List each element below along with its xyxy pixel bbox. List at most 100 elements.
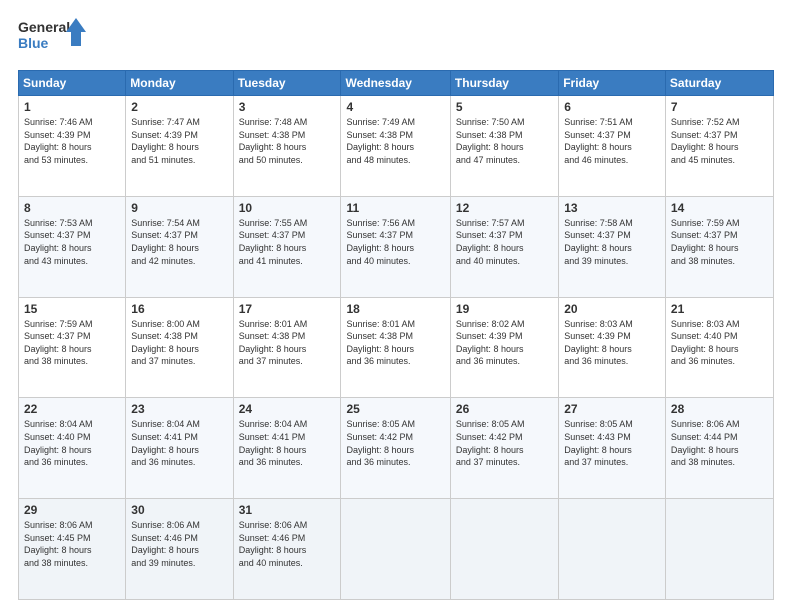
day-number: 22 <box>24 402 120 416</box>
cell-info: Sunrise: 7:56 AM Sunset: 4:37 PM Dayligh… <box>346 217 444 267</box>
calendar-cell: 22Sunrise: 8:04 AM Sunset: 4:40 PM Dayli… <box>19 398 126 499</box>
cell-info: Sunrise: 7:53 AM Sunset: 4:37 PM Dayligh… <box>24 217 120 267</box>
calendar-cell: 24 Sunrise: 8:04 AM Sunset: 4:41 PM Dayli… <box>233 398 341 499</box>
day-number: 15 <box>24 302 120 316</box>
calendar-cell: 20 Sunrise: 8:03 AM Sunset: 4:39 PM Dayli… <box>559 297 666 398</box>
day-of-week-header: Sunday <box>19 71 126 96</box>
svg-text:Blue: Blue <box>18 35 49 51</box>
day-number: 6 <box>564 100 660 114</box>
calendar-cell: 17 Sunrise: 8:01 AM Sunset: 4:38 PM Dayli… <box>233 297 341 398</box>
calendar-cell: 1 Sunrise: 7:46 AM Sunset: 4:39 PM Daylig… <box>19 96 126 197</box>
cell-info: Sunrise: 7:47 AM Sunset: 4:39 PM Dayligh… <box>131 116 227 166</box>
calendar-cell: 3 Sunrise: 7:48 AM Sunset: 4:38 PM Daylig… <box>233 96 341 197</box>
calendar-cell: 8 Sunrise: 7:53 AM Sunset: 4:37 PM Daylig… <box>19 196 126 297</box>
day-number: 23 <box>131 402 227 416</box>
day-of-week-header: Wednesday <box>341 71 450 96</box>
calendar-cell: 30 Sunrise: 8:06 AM Sunset: 4:46 PM Dayli… <box>126 499 233 600</box>
calendar-cell <box>341 499 450 600</box>
day-number: 12 <box>456 201 553 215</box>
day-number: 18 <box>346 302 444 316</box>
cell-info: Sunrise: 7:48 AM Sunset: 4:38 PM Dayligh… <box>239 116 336 166</box>
cell-info: Sunrise: 8:05 AM Sunset: 4:42 PM Dayligh… <box>456 418 553 468</box>
day-number: 19 <box>456 302 553 316</box>
calendar-cell: 4 Sunrise: 7:49 AM Sunset: 4:38 PM Daylig… <box>341 96 450 197</box>
calendar-cell: 25Sunrise: 8:05 AM Sunset: 4:42 PM Dayli… <box>341 398 450 499</box>
day-number: 1 <box>24 100 120 114</box>
cell-info: Sunrise: 8:03 AM Sunset: 4:39 PM Dayligh… <box>564 318 660 368</box>
cell-info: Sunrise: 7:54 AM Sunset: 4:37 PM Dayligh… <box>131 217 227 267</box>
cell-info: Sunrise: 8:06 AM Sunset: 4:46 PM Dayligh… <box>239 519 336 569</box>
calendar-cell: 13 Sunrise: 7:58 AM Sunset: 4:37 PM Dayli… <box>559 196 666 297</box>
day-number: 13 <box>564 201 660 215</box>
calendar-cell: 28 Sunrise: 8:06 AM Sunset: 4:44 PM Dayli… <box>665 398 773 499</box>
day-number: 30 <box>131 503 227 517</box>
day-number: 10 <box>239 201 336 215</box>
calendar-cell: 26 Sunrise: 8:05 AM Sunset: 4:42 PM Dayli… <box>450 398 558 499</box>
svg-text:General: General <box>18 19 70 35</box>
calendar-cell: 10 Sunrise: 7:55 AM Sunset: 4:37 PM Dayli… <box>233 196 341 297</box>
calendar-cell: 18 Sunrise: 8:01 AM Sunset: 4:38 PM Dayli… <box>341 297 450 398</box>
cell-info: Sunrise: 8:06 AM Sunset: 4:44 PM Dayligh… <box>671 418 768 468</box>
cell-info: Sunrise: 7:58 AM Sunset: 4:37 PM Dayligh… <box>564 217 660 267</box>
cell-info: Sunrise: 8:01 AM Sunset: 4:38 PM Dayligh… <box>346 318 444 368</box>
cell-info: Sunrise: 8:03 AM Sunset: 4:40 PM Dayligh… <box>671 318 768 368</box>
calendar-cell: 23 Sunrise: 8:04 AM Sunset: 4:41 PM Dayli… <box>126 398 233 499</box>
day-number: 7 <box>671 100 768 114</box>
day-number: 17 <box>239 302 336 316</box>
day-number: 2 <box>131 100 227 114</box>
calendar-cell: 31 Sunrise: 8:06 AM Sunset: 4:46 PM Dayli… <box>233 499 341 600</box>
day-number: 4 <box>346 100 444 114</box>
cell-info: Sunrise: 7:51 AM Sunset: 4:37 PM Dayligh… <box>564 116 660 166</box>
day-number: 21 <box>671 302 768 316</box>
day-number: 20 <box>564 302 660 316</box>
cell-info: Sunrise: 7:46 AM Sunset: 4:39 PM Dayligh… <box>24 116 120 166</box>
cell-info: Sunrise: 8:05 AM Sunset: 4:42 PM Dayligh… <box>346 418 444 468</box>
cell-info: Sunrise: 8:01 AM Sunset: 4:38 PM Dayligh… <box>239 318 336 368</box>
calendar-cell <box>665 499 773 600</box>
day-of-week-header: Thursday <box>450 71 558 96</box>
cell-info: Sunrise: 7:50 AM Sunset: 4:38 PM Dayligh… <box>456 116 553 166</box>
cell-info: Sunrise: 8:06 AM Sunset: 4:46 PM Dayligh… <box>131 519 227 569</box>
cell-info: Sunrise: 7:49 AM Sunset: 4:38 PM Dayligh… <box>346 116 444 166</box>
cell-info: Sunrise: 7:57 AM Sunset: 4:37 PM Dayligh… <box>456 217 553 267</box>
calendar-cell: 14 Sunrise: 7:59 AM Sunset: 4:37 PM Dayli… <box>665 196 773 297</box>
logo: General Blue <box>18 16 88 60</box>
day-number: 11 <box>346 201 444 215</box>
cell-info: Sunrise: 8:00 AM Sunset: 4:38 PM Dayligh… <box>131 318 227 368</box>
calendar-cell: 16 Sunrise: 8:00 AM Sunset: 4:38 PM Dayli… <box>126 297 233 398</box>
calendar-cell: 21 Sunrise: 8:03 AM Sunset: 4:40 PM Dayli… <box>665 297 773 398</box>
day-number: 8 <box>24 201 120 215</box>
day-of-week-header: Friday <box>559 71 666 96</box>
day-number: 26 <box>456 402 553 416</box>
day-number: 31 <box>239 503 336 517</box>
cell-info: Sunrise: 8:04 AM Sunset: 4:41 PM Dayligh… <box>239 418 336 468</box>
calendar-cell: 6 Sunrise: 7:51 AM Sunset: 4:37 PM Daylig… <box>559 96 666 197</box>
calendar-cell: 19 Sunrise: 8:02 AM Sunset: 4:39 PM Dayli… <box>450 297 558 398</box>
day-number: 3 <box>239 100 336 114</box>
calendar: SundayMondayTuesdayWednesdayThursdayFrid… <box>18 70 774 600</box>
logo-svg: General Blue <box>18 16 88 60</box>
cell-info: Sunrise: 7:55 AM Sunset: 4:37 PM Dayligh… <box>239 217 336 267</box>
day-of-week-header: Saturday <box>665 71 773 96</box>
calendar-cell: 12 Sunrise: 7:57 AM Sunset: 4:37 PM Dayli… <box>450 196 558 297</box>
cell-info: Sunrise: 8:02 AM Sunset: 4:39 PM Dayligh… <box>456 318 553 368</box>
calendar-cell <box>559 499 666 600</box>
header: General Blue <box>18 16 774 60</box>
day-number: 14 <box>671 201 768 215</box>
day-of-week-header: Monday <box>126 71 233 96</box>
calendar-cell: 5Sunrise: 7:50 AM Sunset: 4:38 PM Daylig… <box>450 96 558 197</box>
cell-info: Sunrise: 7:59 AM Sunset: 4:37 PM Dayligh… <box>671 217 768 267</box>
calendar-cell: 2 Sunrise: 7:47 AM Sunset: 4:39 PM Daylig… <box>126 96 233 197</box>
day-number: 28 <box>671 402 768 416</box>
day-of-week-header: Tuesday <box>233 71 341 96</box>
calendar-cell: 7 Sunrise: 7:52 AM Sunset: 4:37 PM Daylig… <box>665 96 773 197</box>
day-number: 24 <box>239 402 336 416</box>
cell-info: Sunrise: 7:52 AM Sunset: 4:37 PM Dayligh… <box>671 116 768 166</box>
cell-info: Sunrise: 8:04 AM Sunset: 4:41 PM Dayligh… <box>131 418 227 468</box>
day-number: 16 <box>131 302 227 316</box>
calendar-cell: 29 Sunrise: 8:06 AM Sunset: 4:45 PM Dayli… <box>19 499 126 600</box>
day-number: 29 <box>24 503 120 517</box>
day-number: 27 <box>564 402 660 416</box>
cell-info: Sunrise: 8:06 AM Sunset: 4:45 PM Dayligh… <box>24 519 120 569</box>
calendar-cell <box>450 499 558 600</box>
